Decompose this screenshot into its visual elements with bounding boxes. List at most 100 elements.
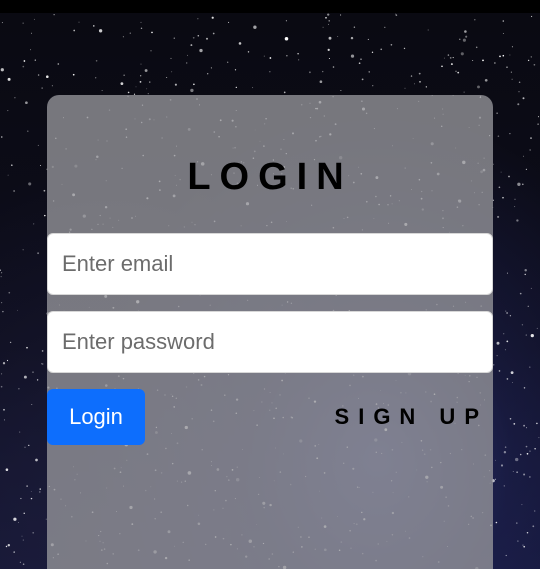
star xyxy=(171,71,173,73)
star xyxy=(37,144,39,146)
signup-link[interactable]: SIGN UP xyxy=(335,402,488,432)
star xyxy=(517,540,519,542)
star xyxy=(427,29,429,31)
star xyxy=(190,44,193,47)
star xyxy=(538,437,540,439)
star xyxy=(0,68,4,72)
star xyxy=(283,91,286,94)
star xyxy=(193,83,195,86)
star xyxy=(410,75,413,77)
star xyxy=(525,334,527,336)
star xyxy=(263,55,265,57)
star xyxy=(39,491,41,493)
star xyxy=(532,525,535,528)
star xyxy=(509,54,511,56)
star xyxy=(497,215,500,218)
star xyxy=(269,71,271,73)
star xyxy=(151,31,153,34)
star xyxy=(129,32,131,34)
star xyxy=(197,34,200,37)
star xyxy=(25,101,28,105)
star xyxy=(41,350,44,352)
star xyxy=(515,457,519,462)
star xyxy=(120,82,124,85)
star xyxy=(380,48,383,51)
star xyxy=(252,87,254,89)
star xyxy=(360,58,362,61)
star xyxy=(9,341,12,344)
password-field[interactable] xyxy=(47,311,493,373)
star xyxy=(395,14,398,16)
star xyxy=(511,46,513,48)
star xyxy=(24,446,26,448)
star xyxy=(494,62,496,64)
star xyxy=(186,54,188,56)
star xyxy=(35,458,38,462)
email-field[interactable] xyxy=(47,233,493,295)
star xyxy=(30,497,33,500)
star xyxy=(139,81,142,83)
star xyxy=(0,276,2,278)
star xyxy=(2,362,6,365)
star xyxy=(328,57,330,60)
star xyxy=(514,206,516,208)
star xyxy=(170,57,172,59)
star xyxy=(512,470,514,473)
star xyxy=(530,287,532,289)
star xyxy=(502,33,504,34)
star xyxy=(298,59,300,61)
star xyxy=(522,544,524,546)
star xyxy=(199,48,203,53)
star xyxy=(474,19,476,21)
star xyxy=(13,551,15,553)
star xyxy=(44,214,46,217)
star xyxy=(525,445,528,448)
star xyxy=(529,476,531,478)
star xyxy=(190,88,194,93)
star xyxy=(227,61,229,63)
star xyxy=(506,340,509,343)
star xyxy=(524,273,526,276)
star xyxy=(506,272,508,274)
star xyxy=(31,403,33,405)
star xyxy=(2,310,4,313)
star xyxy=(499,55,501,58)
star xyxy=(368,71,370,73)
star xyxy=(530,56,532,58)
star xyxy=(511,78,513,80)
star xyxy=(484,78,488,82)
star xyxy=(505,310,507,312)
star xyxy=(31,32,32,34)
star xyxy=(33,18,35,20)
star xyxy=(51,85,53,87)
star xyxy=(46,75,49,78)
star xyxy=(72,73,75,76)
star xyxy=(529,366,531,368)
star xyxy=(495,459,496,461)
star xyxy=(457,71,460,74)
star xyxy=(361,78,364,81)
star xyxy=(150,50,152,52)
star xyxy=(506,66,508,68)
star xyxy=(526,452,529,455)
star xyxy=(509,418,512,420)
star xyxy=(33,223,35,225)
star xyxy=(527,305,529,307)
star xyxy=(495,478,497,480)
login-button[interactable]: Login xyxy=(47,389,145,445)
star xyxy=(297,53,299,55)
star xyxy=(519,453,522,456)
star xyxy=(23,512,25,514)
star xyxy=(353,26,356,28)
star xyxy=(123,74,125,76)
star xyxy=(20,497,22,500)
star xyxy=(285,20,287,22)
star xyxy=(518,81,521,83)
star xyxy=(22,539,24,541)
star xyxy=(174,83,177,86)
star xyxy=(447,54,450,56)
star xyxy=(7,543,11,547)
star xyxy=(21,535,23,537)
star xyxy=(1,22,3,24)
star xyxy=(26,485,28,487)
